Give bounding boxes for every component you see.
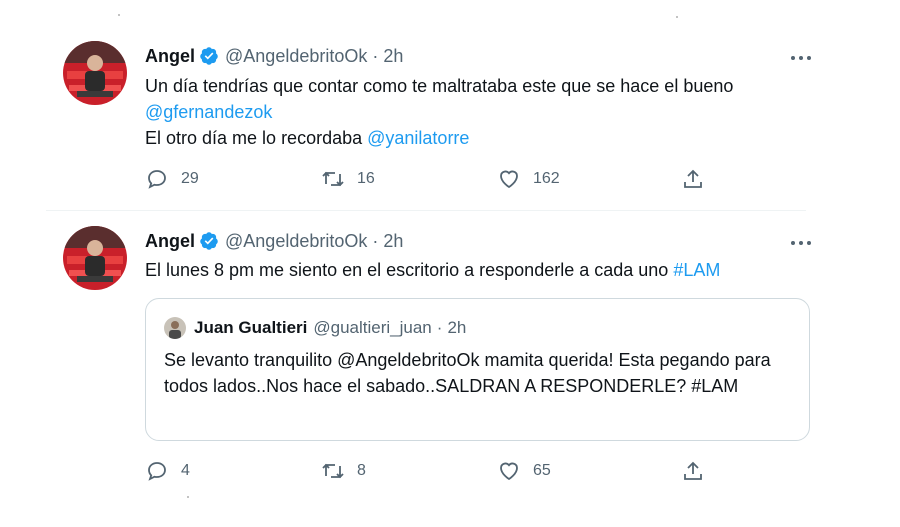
share-button[interactable] (681, 167, 717, 191)
author-name[interactable]: Angel (145, 230, 195, 252)
more-options-icon[interactable] (786, 48, 816, 68)
scan-speck (676, 16, 678, 18)
tweet-actions: 4 8 65 (145, 459, 765, 489)
scan-speck (118, 14, 120, 16)
tweet-1[interactable]: Angel @AngeldebritoOk · 2h Un día tendrí… (0, 28, 900, 210)
tweet-line: Un día tendrías que contar como te maltr… (145, 73, 805, 99)
timestamp[interactable]: 2h (383, 230, 403, 252)
tweet-timeline: Angel @AngeldebritoOk · 2h Un día tendrí… (0, 0, 900, 527)
quoted-author-name[interactable]: Juan Gualtieri (194, 316, 307, 340)
retweet-icon (322, 171, 344, 187)
tweet-line-text: El lunes 8 pm me siento en el escritorio… (145, 260, 674, 280)
reply-button[interactable]: 4 (145, 459, 190, 483)
retweet-count: 8 (357, 462, 366, 479)
tweet-line: El otro día me lo recordaba @yanilatorre (145, 125, 805, 151)
separator-dot: · (372, 231, 379, 251)
more-options-icon[interactable] (786, 233, 816, 253)
tweet-line-text: Un día tendrías que contar como te maltr… (145, 76, 734, 96)
tweet-actions: 29 16 162 (145, 167, 765, 197)
retweet-button[interactable]: 8 (321, 459, 366, 483)
quoted-author-handle[interactable]: @gualtieri_juan (313, 316, 431, 340)
separator-dot: · (436, 318, 443, 337)
separator-dot: · (372, 46, 379, 66)
mention-link[interactable]: @yanilatorre (367, 128, 469, 148)
retweet-button[interactable]: 16 (321, 167, 375, 191)
retweet-icon (322, 463, 344, 479)
share-button[interactable] (681, 459, 717, 483)
scan-speck (187, 496, 189, 498)
author-handle[interactable]: @AngeldebritoOk (225, 230, 367, 252)
quoted-text: Se levanto tranquilito @AngeldebritoOk m… (164, 350, 771, 396)
quoted-timestamp[interactable]: 2h (447, 316, 466, 340)
quoted-header: Juan Gualtieri @gualtieri_juan · 2h (194, 316, 466, 340)
tweet-header: Angel @AngeldebritoOk · 2h (145, 230, 403, 252)
reply-button[interactable]: 29 (145, 167, 199, 191)
reply-count: 4 (181, 462, 190, 479)
tweet-text: Un día tendrías que contar como te maltr… (145, 73, 805, 151)
tweet-line-text: El otro día me lo recordaba (145, 128, 368, 148)
tweet-line: @gfernandezok (145, 99, 805, 125)
timestamp[interactable]: 2h (383, 45, 403, 67)
verified-badge-icon (199, 231, 219, 251)
quoted-tweet[interactable]: Juan Gualtieri @gualtieri_juan · 2h Se l… (145, 298, 810, 441)
reply-count: 29 (181, 170, 199, 187)
share-icon (684, 169, 702, 188)
verified-badge-icon (199, 46, 219, 66)
tweet-divider (46, 210, 806, 211)
hashtag-link[interactable]: #LAM (673, 260, 720, 280)
like-count: 162 (533, 170, 560, 187)
like-button[interactable]: 65 (497, 459, 551, 483)
tweet-2[interactable]: Angel @AngeldebritoOk · 2h El lunes 8 pm… (0, 212, 900, 512)
like-button[interactable]: 162 (497, 167, 560, 191)
retweet-count: 16 (357, 170, 375, 187)
quoted-avatar[interactable] (164, 317, 186, 339)
avatar[interactable] (63, 226, 127, 290)
tweet-header: Angel @AngeldebritoOk · 2h (145, 45, 403, 67)
like-icon (500, 462, 518, 481)
tweet-text: El lunes 8 pm me siento en el escritorio… (145, 257, 805, 283)
reply-icon (148, 462, 166, 481)
share-icon (684, 461, 702, 480)
author-handle[interactable]: @AngeldebritoOk (225, 45, 367, 67)
reply-icon (148, 170, 166, 189)
mention-link[interactable]: @gfernandezok (145, 102, 272, 122)
author-name[interactable]: Angel (145, 45, 195, 67)
avatar[interactable] (63, 41, 127, 105)
like-count: 65 (533, 462, 551, 479)
like-icon (500, 170, 518, 189)
